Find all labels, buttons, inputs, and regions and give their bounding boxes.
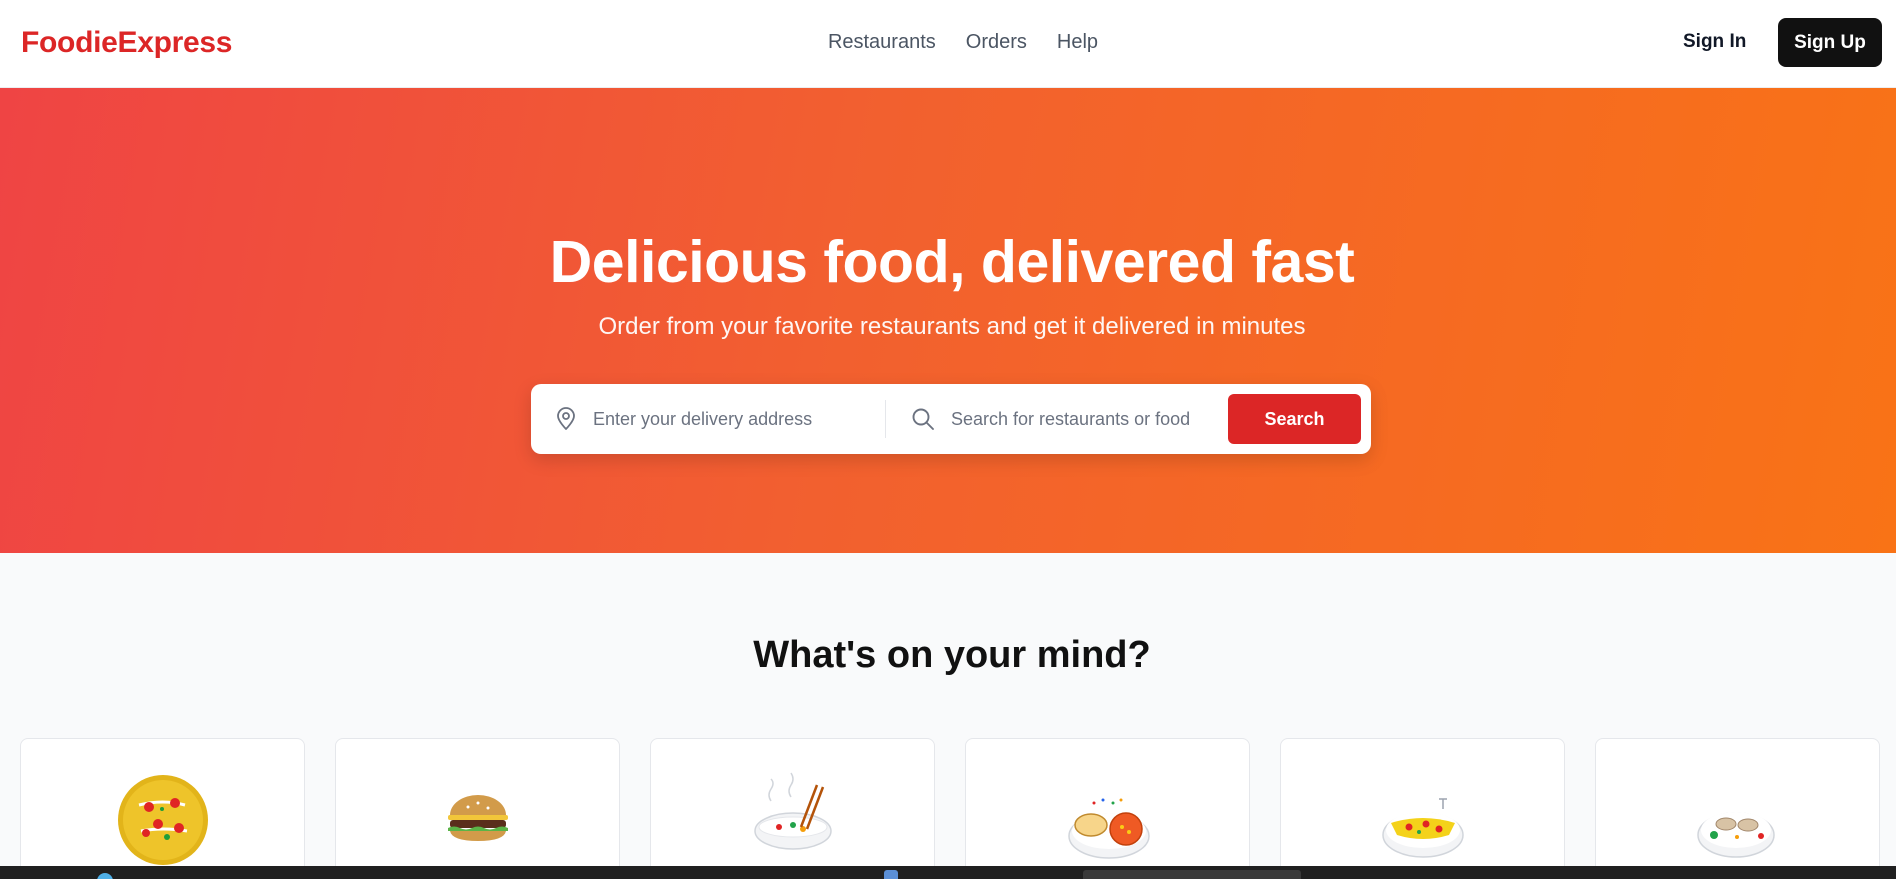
category-card-dumplings[interactable]: [1595, 738, 1880, 879]
os-taskbar: [0, 866, 1896, 879]
sign-up-button[interactable]: Sign Up: [1778, 18, 1882, 67]
map-pin-icon: [557, 407, 575, 430]
category-card-soup[interactable]: [965, 738, 1250, 879]
dumpling-plate-icon: [1697, 812, 1775, 858]
browser-icon[interactable]: [97, 873, 113, 879]
burger-icon: [448, 795, 508, 841]
categories-title: What's on your mind?: [753, 634, 1151, 676]
search-bar: Search: [531, 384, 1371, 454]
noodle-bowl-icon: [754, 772, 832, 850]
hero-subtitle: Order from your favorite restaurants and…: [598, 313, 1306, 340]
category-card-burger[interactable]: [335, 738, 620, 879]
food-search-input[interactable]: [951, 408, 1211, 430]
category-card-pizza[interactable]: [20, 738, 305, 879]
nav-link-help[interactable]: Help: [1057, 31, 1098, 54]
category-card-pasta[interactable]: [1280, 738, 1565, 879]
pizza-icon: [118, 775, 208, 865]
taskbar-app-icon[interactable]: [884, 870, 898, 879]
hero-banner: Delicious food, delivered fast Order fro…: [0, 88, 1896, 553]
hero-title: Delicious food, delivered fast: [549, 229, 1355, 295]
category-card-noodles[interactable]: [650, 738, 935, 879]
nav-link-restaurants[interactable]: Restaurants: [828, 31, 936, 54]
soup-plate-icon: [1068, 798, 1150, 859]
address-field-group: [555, 384, 885, 454]
pasta-plate-icon: [1382, 798, 1464, 858]
search-button[interactable]: Search: [1228, 394, 1361, 444]
taskbar-active-window[interactable]: [1083, 870, 1301, 879]
sign-in-link[interactable]: Sign In: [1683, 31, 1746, 53]
top-navbar: FoodieExpress Restaurants Orders Help Si…: [0, 0, 1896, 88]
search-icon: [912, 408, 934, 430]
nav-link-orders[interactable]: Orders: [966, 31, 1027, 54]
category-cards: [20, 738, 1880, 879]
search-divider: [885, 400, 886, 438]
main-nav: Restaurants Orders Help: [0, 31, 1896, 54]
delivery-address-input[interactable]: [593, 408, 863, 430]
food-search-field-group: [911, 384, 1211, 454]
